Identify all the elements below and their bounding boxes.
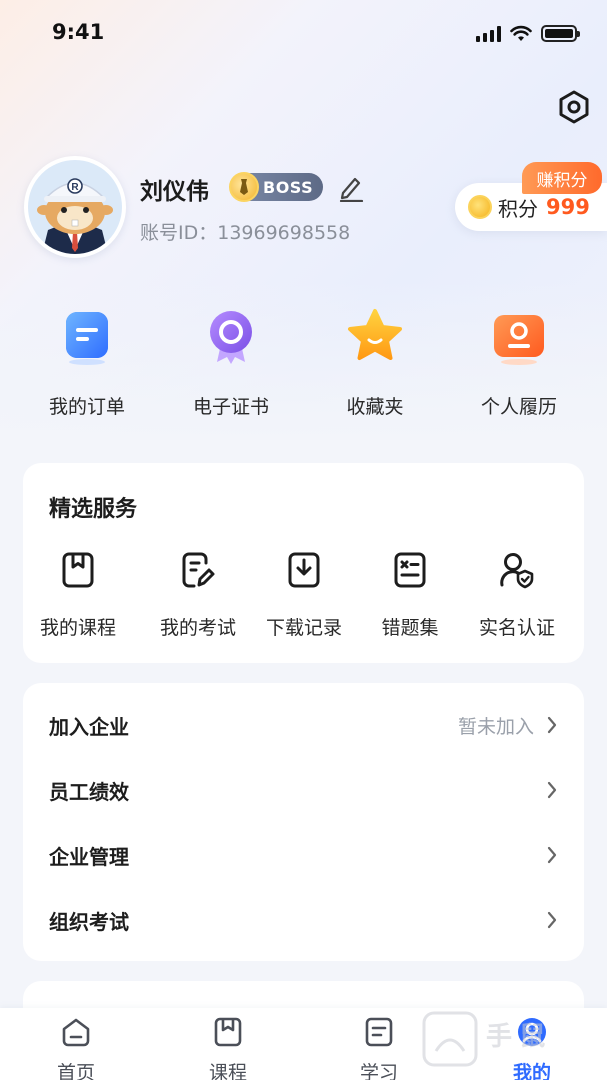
quick-item-label: 个人履历: [480, 396, 557, 418]
quick-item-orders[interactable]: 我的订单: [17, 306, 157, 419]
service-download-records[interactable]: 下载记录: [251, 551, 357, 640]
tab-study[interactable]: 学习: [319, 1016, 439, 1080]
service-label: 错题集: [381, 617, 439, 639]
points-value: 999: [546, 195, 590, 219]
service-label: 下载记录: [265, 617, 342, 639]
settings-icon[interactable]: [556, 89, 592, 125]
service-my-courses[interactable]: 我的课程: [25, 551, 131, 640]
service-label: 我的课程: [39, 617, 116, 639]
study-icon: [365, 1017, 393, 1047]
svg-text:R: R: [71, 182, 79, 193]
chevron-right-icon: [547, 781, 557, 799]
account-id: 账号ID：13969698558: [140, 218, 350, 245]
menu-row-label: 员工绩效: [49, 780, 129, 804]
featured-services-card: 精选服务 我的课程 我的考试 下载记录 错题集 实名认证: [23, 463, 584, 663]
hamster-avatar-image: R: [28, 160, 122, 254]
verify-icon: [500, 553, 534, 589]
tab-label: 学习: [359, 1062, 398, 1080]
menu-row-join-enterprise[interactable]: 加入企业 暂未加入: [23, 693, 584, 757]
menu-row-label: 企业管理: [49, 845, 129, 869]
svg-text:手 鼠: 手 鼠: [486, 1021, 545, 1051]
services-title: 精选服务: [49, 497, 138, 522]
service-label: 我的考试: [159, 617, 236, 639]
resume-icon: [494, 315, 544, 365]
tab-courses[interactable]: 课程: [168, 1016, 288, 1080]
account-id-value: 13969698558: [217, 222, 351, 244]
tab-label: 课程: [208, 1062, 247, 1080]
chevron-right-icon: [547, 716, 557, 734]
tab-home[interactable]: 首页: [16, 1016, 136, 1080]
order-icon: [66, 312, 108, 365]
quick-item-certificate[interactable]: 电子证书: [161, 306, 301, 419]
battery-icon: [541, 25, 580, 42]
user-name: 刘仪伟: [140, 179, 209, 205]
star-icon: [348, 309, 402, 360]
tab-label: 首页: [56, 1062, 95, 1080]
quick-item-favorites[interactable]: 收藏夹: [305, 306, 445, 419]
menu-row-organize-exam[interactable]: 组织考试: [23, 888, 584, 952]
watermark-logo: 手 鼠: [422, 1011, 545, 1067]
menu-row-employee-performance[interactable]: 员工绩效: [23, 758, 584, 822]
boss-badge-label: BOSS: [263, 177, 314, 197]
course-icon: [62, 552, 94, 588]
earn-points-button[interactable]: 赚积分: [522, 162, 602, 194]
menu-row-label: 加入企业: [49, 715, 129, 739]
coin-icon: [468, 195, 492, 219]
course-icon: [214, 1017, 242, 1047]
service-my-exams[interactable]: 我的考试: [145, 551, 251, 640]
service-real-name-verify[interactable]: 实名认证: [464, 551, 570, 640]
points-label: 积分: [498, 196, 538, 221]
edit-icon[interactable]: [338, 174, 364, 202]
download-icon: [288, 552, 320, 588]
quick-item-label: 电子证书: [192, 396, 269, 418]
quick-item-label: 我的订单: [48, 396, 125, 418]
menu-row-enterprise-management[interactable]: 企业管理: [23, 823, 584, 887]
status-icons: [476, 25, 580, 42]
service-label: 实名认证: [478, 617, 555, 639]
wrong-questions-icon: [394, 552, 426, 588]
quick-item-resume[interactable]: 个人履历: [449, 306, 589, 419]
account-id-label: 账号ID：: [140, 222, 218, 244]
boss-badge: BOSS: [229, 172, 323, 202]
enterprise-menu-card: 加入企业 暂未加入 员工绩效 企业管理 组织考试: [23, 683, 584, 961]
avatar[interactable]: R: [24, 156, 126, 258]
menu-row-label: 组织考试: [49, 910, 129, 934]
wifi-icon: [510, 25, 532, 41]
exam-icon: [182, 552, 215, 588]
certificate-icon: [210, 311, 252, 364]
chevron-right-icon: [547, 911, 557, 929]
cellular-signal-icon: [476, 25, 501, 42]
home-icon: [62, 1018, 90, 1047]
service-wrong-questions[interactable]: 错题集: [357, 551, 463, 640]
menu-row-value: 暂未加入: [457, 716, 534, 738]
status-bar: 9:41: [0, 0, 607, 68]
status-time: 9:41: [52, 20, 105, 44]
quick-item-label: 收藏夹: [346, 396, 404, 418]
chevron-right-icon: [547, 846, 557, 864]
quick-actions: 我的订单 电子证书 收藏夹 个人履历: [0, 306, 607, 426]
tie-icon: [229, 172, 259, 202]
